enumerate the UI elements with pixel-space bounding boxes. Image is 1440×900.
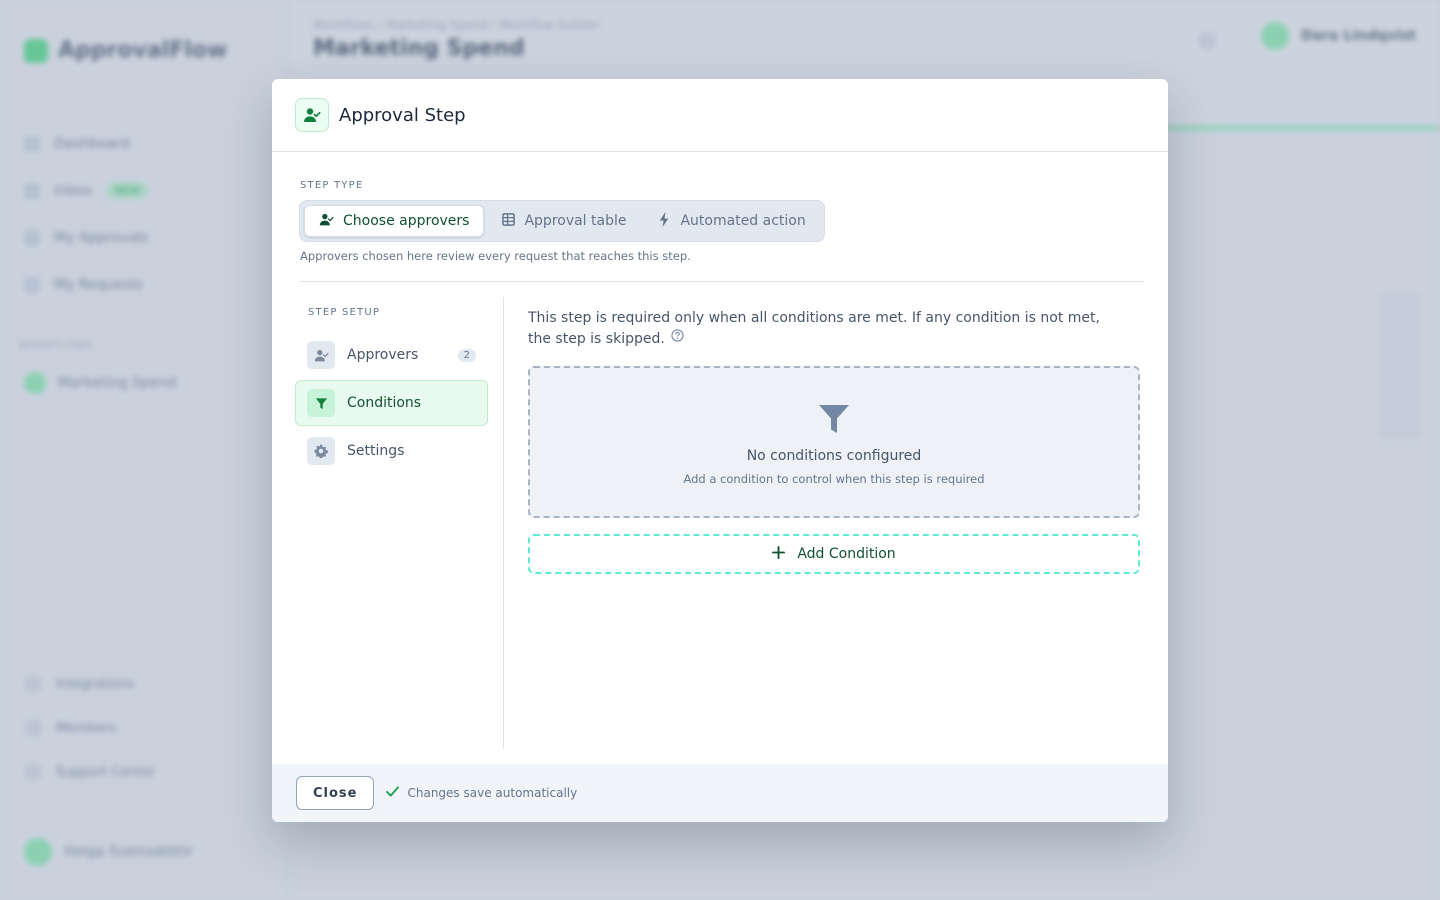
autosave-text: Changes save automatically xyxy=(407,786,578,800)
plus-icon xyxy=(772,545,786,563)
step-type-label-text: Automated action xyxy=(680,213,806,229)
modal-title: Approval Step xyxy=(339,104,466,126)
step-type-selector: Choose approvers Approval table Automate… xyxy=(299,200,825,242)
divider xyxy=(300,281,1144,282)
conditions-description: This step is required only when all cond… xyxy=(528,308,1118,349)
user-check-icon xyxy=(319,212,334,231)
add-condition-button[interactable]: Add Condition xyxy=(528,534,1140,574)
step-type-approval-table[interactable]: Approval table xyxy=(488,205,640,237)
conditions-empty-state: No conditions configured Add a condition… xyxy=(528,366,1140,518)
autosave-note: Changes save automatically xyxy=(386,786,577,800)
step-setup-nav: Approvers 2 Conditions Settings xyxy=(295,332,488,476)
setup-item-settings[interactable]: Settings xyxy=(295,428,488,474)
divider xyxy=(503,297,504,749)
step-type-label: STEP TYPE xyxy=(300,180,364,191)
check-icon xyxy=(386,786,400,800)
step-type-label-text: Choose approvers xyxy=(343,213,470,229)
step-setup-label: STEP SETUP xyxy=(308,307,381,318)
user-check-icon xyxy=(307,341,335,369)
empty-state-subtitle: Add a condition to control when this ste… xyxy=(683,472,985,486)
approver-count-badge: 2 xyxy=(457,348,476,362)
add-condition-label: Add Condition xyxy=(797,546,896,562)
help-icon[interactable] xyxy=(671,328,684,348)
setup-item-label: Settings xyxy=(347,443,405,459)
setup-item-conditions[interactable]: Conditions xyxy=(295,380,488,426)
bolt-icon xyxy=(658,211,671,231)
approval-step-modal: Approval Step STEP TYPE Choose approvers… xyxy=(272,79,1168,822)
gear-icon xyxy=(307,437,335,465)
modal-footer: Close Changes save automatically xyxy=(272,764,1168,822)
step-type-label-text: Approval table xyxy=(524,213,627,229)
filter-icon xyxy=(307,389,335,417)
step-type-choose-approvers[interactable]: Choose approvers xyxy=(304,205,485,237)
setup-item-label: Conditions xyxy=(347,395,422,411)
setup-item-approvers[interactable]: Approvers 2 xyxy=(295,332,488,378)
empty-state-title: No conditions configured xyxy=(746,448,922,464)
step-type-hint: Approvers chosen here review every reque… xyxy=(300,249,691,263)
conditions-description-text: This step is required only when all cond… xyxy=(528,310,1100,347)
close-button[interactable]: Close xyxy=(296,776,375,810)
setup-item-label: Approvers xyxy=(347,347,419,363)
step-type-automated-action[interactable]: Automated action xyxy=(644,205,819,237)
filter-icon xyxy=(818,404,850,438)
modal-header: Approval Step xyxy=(272,79,1168,152)
table-icon xyxy=(502,212,516,230)
user-check-icon xyxy=(295,98,329,132)
